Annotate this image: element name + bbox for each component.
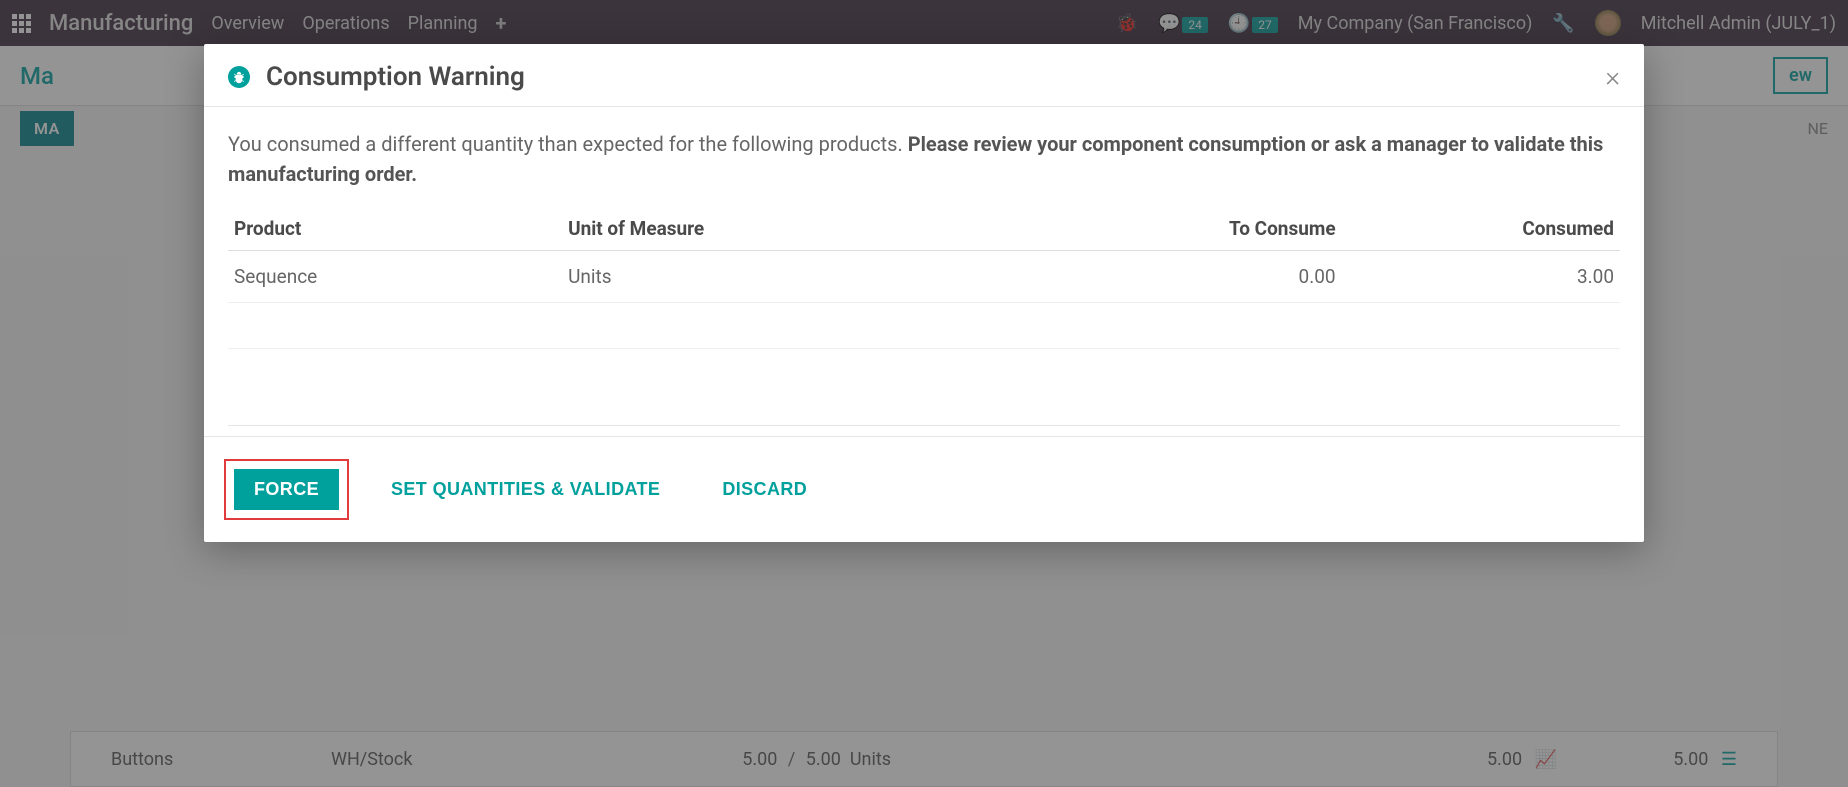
set-quantities-validate-button[interactable]: SET QUANTITIES & VALIDATE bbox=[371, 469, 680, 510]
force-button[interactable]: FORCE bbox=[234, 469, 339, 510]
cell-consumed: 3.00 bbox=[1342, 251, 1620, 303]
cell-product: Sequence bbox=[228, 251, 562, 303]
consumption-warning-modal: Consumption Warning × You consumed a dif… bbox=[204, 44, 1644, 542]
bug-icon bbox=[228, 66, 250, 88]
col-product: Product bbox=[228, 207, 562, 251]
modal-title: Consumption Warning bbox=[266, 62, 525, 92]
consumption-table: Product Unit of Measure To Consume Consu… bbox=[228, 207, 1620, 395]
empty-row bbox=[228, 303, 1620, 349]
table-row: Sequence Units 0.00 3.00 bbox=[228, 251, 1620, 303]
divider bbox=[228, 425, 1620, 426]
col-to-consume: To Consume bbox=[1063, 207, 1341, 251]
cell-uom: Units bbox=[562, 251, 1063, 303]
empty-row bbox=[228, 349, 1620, 395]
discard-button[interactable]: DISCARD bbox=[702, 469, 827, 510]
modal-footer: FORCE SET QUANTITIES & VALIDATE DISCARD bbox=[204, 436, 1644, 542]
modal-overlay: Consumption Warning × You consumed a dif… bbox=[0, 0, 1848, 787]
modal-body: You consumed a different quantity than e… bbox=[204, 107, 1644, 436]
col-uom: Unit of Measure bbox=[562, 207, 1063, 251]
force-highlight: FORCE bbox=[224, 459, 349, 520]
cell-to-consume: 0.00 bbox=[1063, 251, 1341, 303]
col-consumed: Consumed bbox=[1342, 207, 1620, 251]
modal-header: Consumption Warning × bbox=[204, 44, 1644, 107]
close-icon[interactable]: × bbox=[1605, 63, 1620, 91]
warning-text: You consumed a different quantity than e… bbox=[228, 129, 1620, 189]
